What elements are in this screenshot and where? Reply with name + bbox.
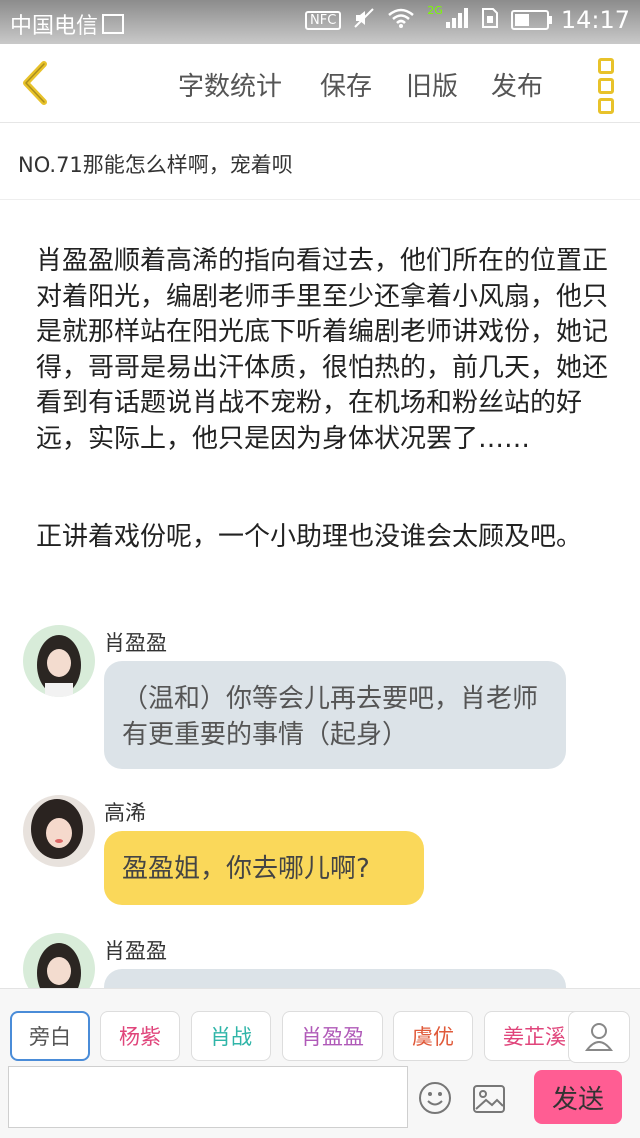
- sender-name: 高浠: [104, 801, 146, 825]
- emoji-icon[interactable]: [418, 1081, 452, 1115]
- message-bubble[interactable]: 盈盈姐，你去哪儿啊?: [104, 831, 424, 905]
- role-chip[interactable]: 肖战: [191, 1011, 271, 1061]
- role-chip[interactable]: 肖盈盈: [282, 1011, 383, 1061]
- more-menu-icon[interactable]: [598, 58, 614, 114]
- chapter-header: NO.71那能怎么样啊，宠着呗: [0, 123, 640, 200]
- role-label: 肖盈盈: [301, 1025, 364, 1049]
- role-label: 肖战: [210, 1025, 252, 1049]
- back-button[interactable]: [14, 58, 58, 108]
- nfc-icon: NFC: [305, 10, 342, 30]
- avatar[interactable]: [23, 795, 95, 867]
- publish-button[interactable]: 发布: [491, 66, 543, 103]
- role-selector-bar: 旁白 杨紫 肖战 肖盈盈 虞优 姜芷溪: [0, 988, 640, 1065]
- role-chip[interactable]: 杨紫: [100, 1011, 180, 1061]
- carrier-name: 中国电信: [10, 14, 99, 39]
- role-chip[interactable]: 虞优: [393, 1011, 473, 1061]
- message-bubble[interactable]: （温和）你等会儿再去要吧，肖老师有更重要的事情（起身）: [104, 661, 566, 769]
- avatar-girl-image: [23, 795, 95, 867]
- sender-name: 肖盈盈: [104, 631, 167, 655]
- image-notification-icon: [102, 14, 125, 34]
- battery-icon: [510, 10, 552, 30]
- word-count-button[interactable]: 字数统计: [178, 66, 282, 103]
- avatar-girl-image: [23, 625, 95, 697]
- status-bar: 中国电信 NFC 2G 14:17: [0, 0, 640, 44]
- narration-paragraph: 正讲着戏份呢，一个小助理也没谁会太顾及吧。: [36, 522, 583, 552]
- sender-name: 肖盈盈: [104, 939, 167, 963]
- chapter-title[interactable]: NO.71那能怎么样啊，宠着呗: [18, 149, 293, 179]
- role-chip-narrator[interactable]: 旁白: [10, 1011, 90, 1061]
- narration-paragraph: 肖盈盈顺着高浠的指向看过去，他们所在的位置正对着阳光，编剧老师手里至少还拿着小风…: [36, 246, 609, 454]
- mute-icon: [353, 7, 375, 34]
- role-label: 虞优: [412, 1025, 454, 1049]
- signal-icon: [445, 7, 469, 34]
- network-type-badge: 2G: [427, 3, 443, 17]
- chevron-left-icon: [23, 61, 47, 105]
- story-content[interactable]: 肖盈盈顺着高浠的指向看过去，他们所在的位置正对着阳光，编剧老师手里至少还拿着小风…: [0, 200, 640, 988]
- send-button[interactable]: 发送: [534, 1070, 622, 1124]
- clock: 14:17: [560, 6, 630, 34]
- message-bubble[interactable]: [104, 969, 566, 988]
- editor-toolbar: 字数统计 保存 旧版 发布: [0, 44, 640, 123]
- message-input[interactable]: [8, 1066, 408, 1128]
- role-label: 杨紫: [119, 1025, 161, 1049]
- user-icon[interactable]: [568, 1011, 630, 1063]
- battery-level: [514, 14, 529, 26]
- carrier-label: 中国电信: [10, 8, 125, 40]
- sim-icon: [481, 7, 499, 34]
- role-label: 旁白: [29, 1025, 71, 1049]
- message-input-bar: 发送: [0, 1064, 640, 1138]
- role-label: 姜芷溪: [503, 1025, 566, 1049]
- avatar[interactable]: [23, 933, 95, 988]
- old-version-button[interactable]: 旧版: [406, 66, 458, 103]
- wifi-icon: [387, 7, 415, 34]
- save-button[interactable]: 保存: [320, 66, 372, 103]
- avatar-girl-image: [23, 933, 95, 988]
- avatar[interactable]: [23, 625, 95, 697]
- image-icon[interactable]: [472, 1084, 506, 1114]
